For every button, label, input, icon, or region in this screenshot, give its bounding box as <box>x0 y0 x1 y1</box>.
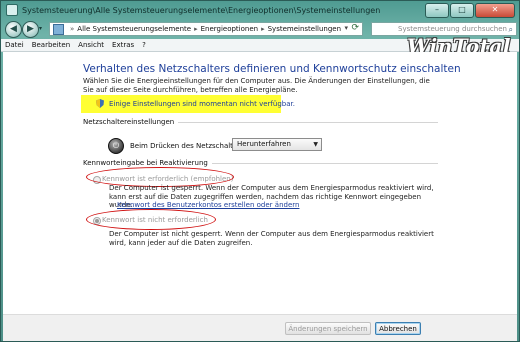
close-button[interactable]: ✕ <box>475 3 515 18</box>
change-account-password-link[interactable]: Kennwort des Benutzerkontos erstellen od… <box>117 201 299 209</box>
section-divider <box>211 162 438 164</box>
button-bar: Änderungen speichern Abbrechen <box>3 314 517 341</box>
menu-help[interactable]: ? <box>138 41 150 49</box>
minimize-button[interactable]: – <box>425 3 449 18</box>
page-title: Verhalten des Netzschalters definieren u… <box>83 63 461 75</box>
chevron-right-icon[interactable]: ▸ <box>194 25 198 33</box>
content-pane: Verhalten des Netzschalters definieren u… <box>3 52 517 314</box>
title-bar: Systemsteuerung\Alle Systemsteuerungsele… <box>1 1 520 19</box>
chevron-right-icon[interactable]: ▸ <box>261 25 265 33</box>
folder-icon <box>53 23 64 35</box>
uac-shield-icon <box>96 99 104 108</box>
section-divider <box>178 121 438 123</box>
password-section-label: Kennworteingabe bei Reaktivierung <box>83 159 208 167</box>
menu-file[interactable]: Datei <box>1 41 28 49</box>
window-controls: – □ ✕ <box>425 3 515 18</box>
cancel-button[interactable]: Abbrechen <box>375 322 421 335</box>
breadcrumb-power-options[interactable]: Energieoptionen <box>201 25 259 33</box>
back-button[interactable]: ◀ <box>5 21 22 38</box>
power-button-label: Beim Drücken des Netzschalters: <box>130 142 247 150</box>
menu-view[interactable]: Ansicht <box>74 41 108 49</box>
maximize-button[interactable]: □ <box>450 3 474 18</box>
save-changes-button[interactable]: Änderungen speichern <box>285 322 371 335</box>
no-password-description: Der Computer ist nicht gesperrt. Wenn de… <box>109 230 434 247</box>
address-bar[interactable]: » Alle Systemsteuerungselemente ▸ Energi… <box>49 22 363 36</box>
password-section-title: Kennworteingabe bei Reaktivierung <box>83 159 438 167</box>
breadcrumb-system-settings[interactable]: Systemeinstellungen <box>268 25 341 33</box>
search-placeholder: Systemsteuerung durchsuchen <box>398 25 507 33</box>
chevron-right-icon[interactable]: » <box>70 25 74 33</box>
breadcrumb-all-items[interactable]: Alle Systemsteuerungselemente <box>77 25 191 33</box>
recent-pages-dropdown-icon[interactable]: ▾ <box>39 25 46 32</box>
power-button-section-title: Netzschaltereinstellungen <box>83 118 438 126</box>
menu-tools[interactable]: Extras <box>108 41 138 49</box>
chevron-down-icon: ▼ <box>313 141 318 148</box>
power-section-label: Netzschaltereinstellungen <box>83 118 175 126</box>
menu-edit[interactable]: Bearbeiten <box>28 41 74 49</box>
power-icon: ⏻ <box>108 138 124 154</box>
annotation-circle-option2 <box>86 209 216 230</box>
page-intro: Wählen Sie die Energieeinstellungen für … <box>83 77 430 94</box>
window: Systemsteuerung\Alle Systemsteuerungsele… <box>0 0 520 342</box>
refresh-icon[interactable]: ⟳ <box>351 23 359 33</box>
window-title: Systemsteuerung\Alle Systemsteuerungsele… <box>22 5 381 15</box>
control-panel-icon <box>6 4 18 16</box>
forward-button[interactable]: ▶ <box>22 21 39 38</box>
power-action-select[interactable]: Herunterfahren ▼ <box>232 138 322 151</box>
power-action-value: Herunterfahren <box>237 140 291 148</box>
address-dropdown-icon[interactable]: ▾ <box>344 24 348 32</box>
unavailable-settings-link[interactable]: Einige Einstellungen sind momentan nicht… <box>109 100 295 108</box>
